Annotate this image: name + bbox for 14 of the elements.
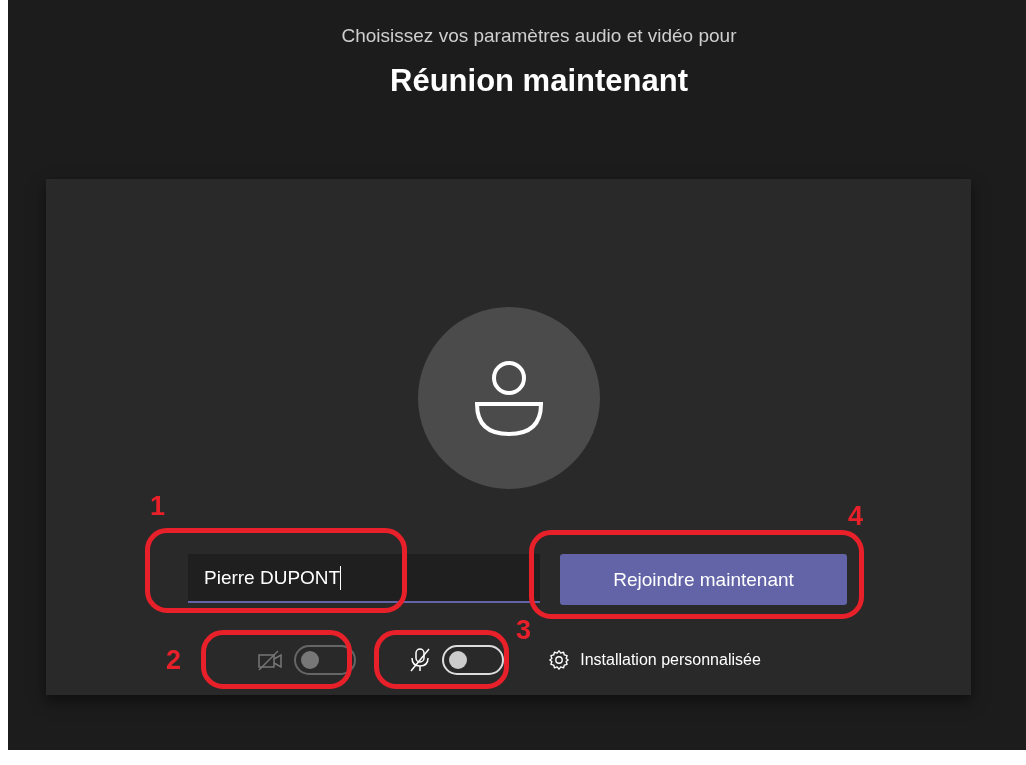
join-button[interactable]: Rejoindre maintenant bbox=[560, 554, 847, 605]
callout-number: 4 bbox=[848, 501, 864, 532]
meeting-title: Réunion maintenant bbox=[390, 63, 688, 99]
name-field[interactable]: Pierre DUPONT bbox=[188, 554, 540, 603]
mic-off-icon bbox=[408, 647, 433, 673]
camera-off-icon bbox=[256, 649, 285, 671]
callout-number: 1 bbox=[150, 491, 166, 522]
callout-number: 2 bbox=[166, 645, 182, 676]
callout-number: 3 bbox=[516, 615, 532, 646]
subtitle: Choisissez vos paramètres audio et vidéo pour bbox=[341, 25, 737, 47]
mic-toggle[interactable] bbox=[442, 645, 505, 675]
person-icon bbox=[472, 358, 545, 438]
custom-setup-link[interactable]: Installation personnalisée bbox=[580, 651, 761, 669]
settings-icon bbox=[548, 649, 571, 671]
